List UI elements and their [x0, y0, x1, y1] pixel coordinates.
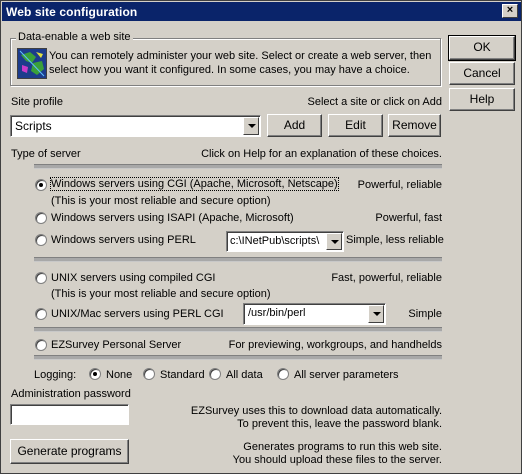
separator [34, 327, 442, 332]
server-option-sub: (This is your most reliable and secure o… [51, 195, 271, 207]
server-option-note: Simple [408, 308, 442, 320]
password-note-1: EZSurvey uses this to download data auto… [190, 405, 442, 417]
logging-radio-none[interactable] [89, 368, 101, 380]
cancel-button[interactable]: Cancel [449, 62, 515, 85]
server-option-windows-cgi[interactable]: Windows servers using CGI (Apache, Micro… [50, 177, 339, 191]
server-option-unix-cgi[interactable]: UNIX servers using compiled CGI [51, 272, 215, 284]
server-option-note: Fast, powerful, reliable [331, 272, 442, 284]
logging-radio-all-data[interactable] [209, 368, 221, 380]
server-radio-windows-cgi[interactable] [35, 179, 47, 191]
server-option-personal-server[interactable]: EZSurvey Personal Server [51, 339, 181, 351]
ok-button[interactable]: OK [448, 35, 516, 61]
server-option-unix-perl[interactable]: UNIX/Mac servers using PERL CGI [51, 308, 224, 320]
windows-perl-path-value: c:\INetPub\scripts\ [230, 235, 320, 247]
admin-password-label: Administration password [11, 388, 131, 400]
chevron-down-icon[interactable] [326, 233, 342, 250]
separator [34, 164, 442, 169]
remove-button[interactable]: Remove [388, 114, 441, 137]
windows-perl-path-select[interactable]: c:\INetPub\scripts\ [226, 231, 344, 252]
unix-perl-path-select[interactable]: /usr/bin/perl [243, 303, 386, 325]
edit-button[interactable]: Edit [328, 114, 383, 137]
logging-radio-all-server-parameters[interactable] [277, 368, 289, 380]
site-profile-value: Scripts [15, 119, 52, 133]
help-button[interactable]: Help [449, 88, 515, 111]
data-enable-text: You can remotely administer your web sit… [49, 50, 432, 76]
server-option-note: Powerful, reliable [357, 179, 442, 191]
logging-option-all-server-parameters[interactable]: All server parameters [294, 369, 399, 381]
globe-icon [17, 48, 47, 79]
chevron-down-icon[interactable] [368, 305, 384, 323]
site-profile-select[interactable]: Scripts [10, 115, 261, 137]
chevron-down-icon[interactable] [243, 117, 259, 135]
server-radio-windows-isapi[interactable] [35, 212, 47, 224]
site-profile-hint: Select a site or click on Add [307, 96, 442, 108]
window-title: Web site configuration [6, 4, 138, 19]
server-radio-unix-cgi[interactable] [35, 272, 47, 284]
site-profile-label: Site profile [11, 96, 63, 108]
server-option-windows-isapi[interactable]: Windows servers using ISAPI (Apache, Mic… [51, 212, 294, 224]
unix-perl-path-value: /usr/bin/perl [248, 307, 306, 319]
server-option-note: Simple, less reliable [346, 234, 444, 246]
add-button[interactable]: Add [267, 114, 322, 137]
server-option-note: For previewing, workgroups, and handheld… [228, 339, 442, 351]
server-radio-personal-server[interactable] [35, 339, 47, 351]
logging-label: Logging: [34, 369, 77, 381]
generate-note-2: You should upload these files to the ser… [232, 454, 442, 466]
server-type-hint: Click on Help for an explanation of thes… [201, 148, 442, 160]
server-radio-windows-perl[interactable] [35, 234, 47, 246]
admin-password-input[interactable] [10, 404, 129, 425]
server-type-label: Type of server [11, 148, 81, 160]
server-option-windows-perl[interactable]: Windows servers using PERL [51, 234, 196, 246]
close-icon[interactable]: × [502, 4, 518, 18]
generate-programs-button[interactable]: Generate programs [10, 439, 129, 464]
password-note-2: To prevent this, leave the password blan… [237, 418, 442, 430]
logging-option-none[interactable]: None [106, 369, 132, 381]
server-option-note: Powerful, fast [375, 212, 442, 224]
logging-option-all-data[interactable]: All data [226, 369, 263, 381]
separator [34, 257, 442, 262]
logging-option-standard[interactable]: Standard [160, 369, 205, 381]
data-enable-legend: Data-enable a web site [16, 31, 133, 43]
server-radio-unix-perl[interactable] [35, 308, 47, 320]
web-site-configuration-window: Web site configuration × Data-enable a w… [0, 0, 522, 474]
server-option-sub: (This is your most reliable and secure o… [51, 288, 271, 300]
generate-note-1: Generates programs to run this web site. [243, 441, 442, 453]
title-bar: Web site configuration × [2, 2, 521, 21]
logging-radio-standard[interactable] [143, 368, 155, 380]
separator [34, 355, 442, 360]
